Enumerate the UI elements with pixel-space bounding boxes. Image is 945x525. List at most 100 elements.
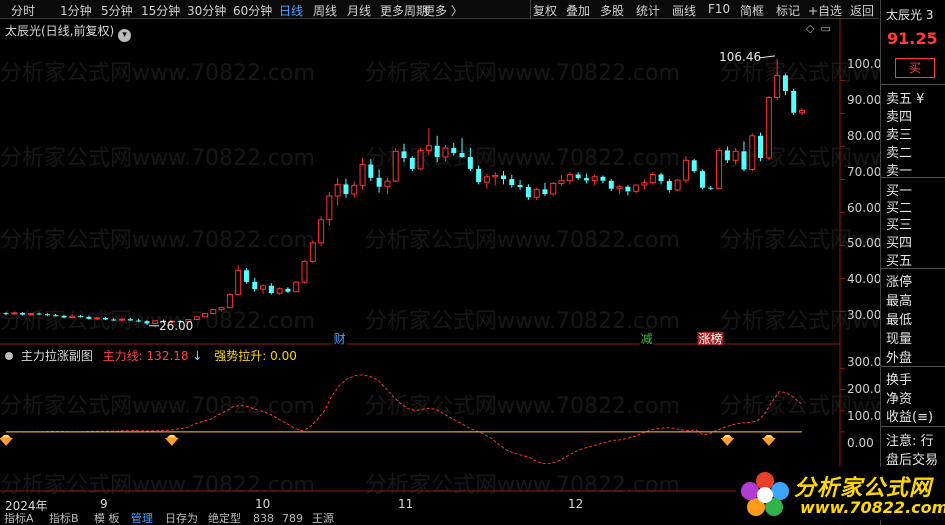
candle-body xyxy=(691,160,697,172)
candle-body xyxy=(334,183,341,197)
period-1min[interactable]: 1分钟 xyxy=(60,2,92,19)
candle-body xyxy=(583,178,589,181)
stat-earnings[interactable]: 收益(≡) xyxy=(886,406,933,425)
candle-body xyxy=(260,285,267,290)
restore-rights-button[interactable]: 复权 xyxy=(533,2,557,19)
flower-logo-icon xyxy=(741,472,789,516)
date-label-sep: 9 xyxy=(100,497,108,511)
date-label-oct: 10 xyxy=(255,497,271,511)
period-30min[interactable]: 30分钟 xyxy=(187,2,226,19)
candle-body xyxy=(782,75,788,91)
f10-button[interactable]: F10 xyxy=(708,2,730,16)
candle-body xyxy=(625,186,631,192)
tab-indicator-b[interactable]: 指标B xyxy=(49,512,79,525)
tab-wangyuan[interactable]: 王源 xyxy=(312,512,334,525)
indicator-menu-icon[interactable] xyxy=(5,352,13,360)
candle-body xyxy=(268,285,274,294)
period-60min[interactable]: 60分钟 xyxy=(233,2,272,19)
diamond-icon[interactable]: ◇ xyxy=(806,22,814,35)
buy-button[interactable]: 买 xyxy=(895,58,935,78)
candle-body xyxy=(119,318,126,321)
candle-body xyxy=(3,313,9,315)
date-label-dec: 12 xyxy=(568,497,584,511)
price-axis-label: 60.00 xyxy=(847,201,882,215)
stock-app: { "toolbar": { "periods": ["分时","1分钟","5… xyxy=(0,0,945,525)
candle-body xyxy=(509,179,515,186)
chart-title-text: 太辰光(日线,前复权) xyxy=(5,24,115,38)
candle-body xyxy=(708,187,714,189)
period-daily[interactable]: 日线 xyxy=(279,2,303,19)
overlay-button[interactable]: 叠加 xyxy=(566,2,590,19)
candle-body xyxy=(376,177,382,187)
candle-body xyxy=(666,181,672,191)
divider xyxy=(881,268,945,269)
period-weekly[interactable]: 周线 xyxy=(313,2,337,19)
price-chart[interactable]: 106.46 26.00 财 减 涨榜 xyxy=(0,0,880,525)
back-button[interactable]: 返回 xyxy=(850,2,874,19)
statistics-button[interactable]: 统计 xyxy=(636,2,660,19)
candle-body xyxy=(649,173,656,184)
candle-body xyxy=(61,315,67,318)
candle-body xyxy=(409,157,415,169)
period-more[interactable]: 更多 〉 xyxy=(423,2,463,19)
tab-save-as[interactable]: 日存为 xyxy=(165,512,198,525)
sell-level-2: 卖二 xyxy=(886,146,913,161)
event-marker: 涨榜 xyxy=(699,331,723,346)
period-monthly[interactable]: 月线 xyxy=(347,2,371,19)
simple-frame-button[interactable]: 简框 xyxy=(740,2,764,19)
tab-838[interactable]: 838 xyxy=(253,512,274,525)
period-5min[interactable]: 5分钟 xyxy=(101,2,133,19)
multi-stock-button[interactable]: 多股 xyxy=(600,2,624,19)
high-price-arrow xyxy=(759,55,776,59)
candle-body xyxy=(525,187,531,198)
tab-fixed[interactable]: 绝定型 xyxy=(208,512,241,525)
candle-body xyxy=(202,313,208,318)
candle-body xyxy=(69,315,76,319)
candle-body xyxy=(732,150,739,161)
chevron-down-icon[interactable]: ▾ xyxy=(118,29,132,42)
candle-body xyxy=(716,149,723,189)
tab-manage[interactable]: 管理 xyxy=(131,512,153,525)
stat-turnover: 换手 xyxy=(886,373,913,388)
indicator-axis-label: 200.0 xyxy=(847,382,882,396)
candle-body xyxy=(193,316,200,321)
indicator-axis-label: 100.0 xyxy=(847,409,882,423)
candle-body xyxy=(27,313,34,316)
note-attention: 注意: 行 xyxy=(886,434,934,449)
price-axis-label: 90.00 xyxy=(847,93,882,107)
candle-body xyxy=(533,188,540,198)
stat-volume: 现量 xyxy=(886,332,913,347)
candle-body xyxy=(235,269,242,295)
tab-789[interactable]: 789 xyxy=(282,512,303,525)
candle-body xyxy=(674,179,681,191)
draw-line-button[interactable]: 画线 xyxy=(672,2,696,19)
high-price-label: 106.46 xyxy=(719,50,761,64)
add-watchlist-button[interactable]: +自选 xyxy=(808,2,842,19)
period-15min[interactable]: 15分钟 xyxy=(141,2,180,19)
period-fenshi[interactable]: 分时 xyxy=(11,2,35,19)
candle-body xyxy=(359,164,366,186)
site-logo: 分析家公式网 www.70822.com xyxy=(736,467,945,520)
chart-title[interactable]: 太辰光(日线,前复权) ▾ xyxy=(5,22,132,42)
period-multi[interactable]: 更多周期 xyxy=(380,2,428,19)
sell-level-5: 卖五 ¥ xyxy=(886,92,925,107)
event-marker: 减 xyxy=(640,332,652,346)
signal-diamond-icon xyxy=(761,437,776,446)
tab-indicator-a[interactable]: 指标A xyxy=(4,512,34,525)
candle-body xyxy=(111,319,117,321)
tab-template[interactable]: 模 板 xyxy=(94,512,120,525)
candle-body xyxy=(425,145,432,151)
candle-body xyxy=(343,184,349,194)
candle-body xyxy=(318,219,325,244)
window-icon[interactable]: ▭ xyxy=(820,22,830,35)
signal-diamond-icon xyxy=(722,434,733,438)
mark-button[interactable]: 标记 xyxy=(776,2,800,19)
candle-body xyxy=(476,168,482,183)
candle-body xyxy=(226,293,233,309)
indicator-header[interactable]: 主力拉涨副图 主力线: 132.18 ↓ 强势拉升: 0.00 xyxy=(5,347,297,364)
chart-corner-controls: ◇ ▭ xyxy=(800,22,831,35)
candle-body xyxy=(641,182,648,186)
candle-body xyxy=(608,180,614,189)
candle-body xyxy=(136,320,142,322)
low-price-label: 26.00 xyxy=(159,319,193,333)
